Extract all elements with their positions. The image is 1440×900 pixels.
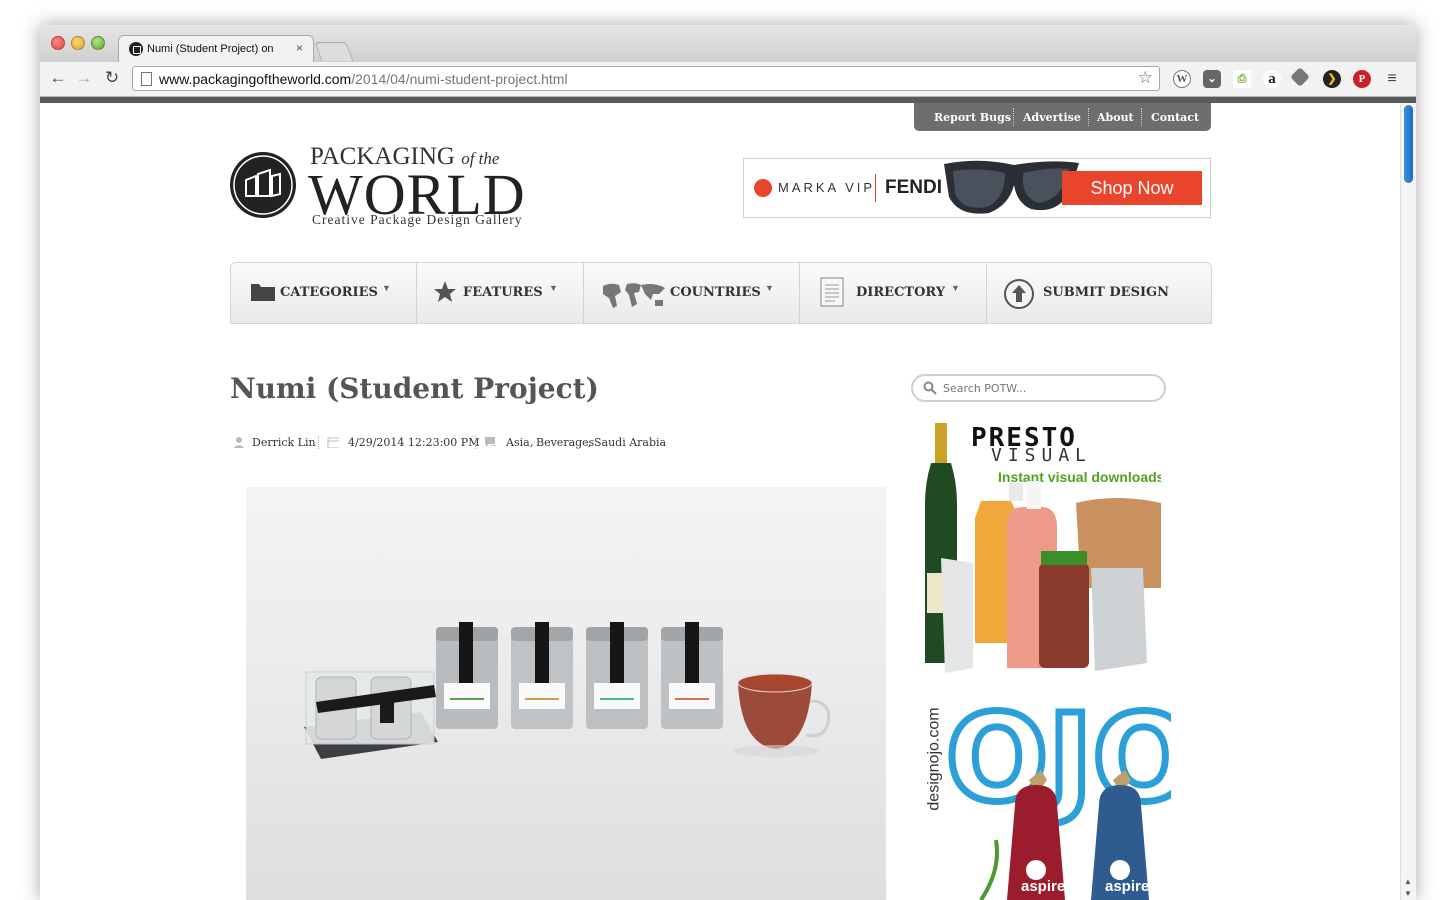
ad2-product-label: aspire — [1105, 878, 1150, 895]
browser-window: Numi (Student Project) on × ← → ↻ www.pa… — [40, 25, 1416, 900]
pocket-icon[interactable]: ⌄ — [1203, 70, 1221, 88]
chevron-down-icon: ▼ — [951, 283, 960, 293]
url-domain: www.packagingoftheworld.com — [159, 71, 352, 87]
header-banner-ad[interactable]: MARKA VIP FENDI Shop Now — [743, 158, 1211, 218]
page-icon — [141, 72, 152, 86]
nav-directory[interactable]: DIRECTORY ▼ — [799, 263, 987, 323]
chevron-down-icon: ▼ — [382, 283, 391, 293]
feedly-icon[interactable] — [1290, 67, 1310, 87]
scroll-down-icon[interactable]: ▼ — [1404, 889, 1412, 898]
bookmark-star-icon[interactable]: ☆ — [1138, 68, 1153, 88]
nav-label: FEATURES — [463, 285, 543, 300]
calendar-icon — [327, 437, 339, 448]
amazon-icon[interactable]: a — [1263, 70, 1281, 88]
tag-link[interactable]: Saudi Arabia — [594, 436, 666, 449]
tag-separator: , — [588, 436, 592, 449]
title-bar: Numi (Student Project) on × — [40, 25, 1416, 62]
logo-tagline: Creative Package Design Gallery — [312, 212, 523, 227]
nav-label: DIRECTORY — [856, 285, 946, 300]
address-bar[interactable]: www.packagingoftheworld.com/2014/04/numi… — [132, 66, 1160, 91]
post-date: 4/29/2014 12:23:00 PM — [348, 436, 480, 449]
report-bugs-link[interactable]: Report Bugs — [934, 111, 1011, 124]
nav-countries[interactable]: COUNTRIES ▼ — [583, 263, 800, 323]
presto-visual-ad[interactable]: PRESTO VISUAL Instant visual downloads — [911, 423, 1161, 673]
search-input[interactable] — [941, 381, 1155, 396]
scroll-up-icon[interactable]: ▲ — [1404, 877, 1412, 886]
nav-label: COUNTRIES — [670, 285, 761, 300]
forward-button[interactable]: → — [74, 68, 94, 88]
ojo-bottles-image: OJO — [943, 690, 1171, 900]
document-icon — [820, 277, 844, 307]
utility-nav-separator — [1141, 108, 1142, 126]
author-icon — [233, 437, 245, 448]
url-text[interactable]: www.packagingoftheworld.com/2014/04/numi… — [159, 71, 568, 87]
minimize-window-button[interactable] — [71, 36, 85, 50]
wordpress-icon[interactable]: W — [1173, 70, 1191, 88]
menu-icon[interactable]: ≡ — [1383, 70, 1401, 88]
maximize-window-button[interactable] — [91, 36, 105, 50]
designojo-ad[interactable]: designojo.com OJO aspire aspire — [911, 690, 1171, 900]
tab-title: Numi (Student Project) on — [147, 43, 274, 55]
back-button[interactable]: ← — [48, 68, 68, 88]
meta-separator — [318, 436, 319, 449]
product-bottles-image — [925, 423, 1161, 673]
chevron-down-icon: ▼ — [765, 283, 774, 293]
banner-partner: FENDI — [885, 177, 942, 198]
browser-tab[interactable]: Numi (Student Project) on × — [118, 35, 314, 62]
nav-label: CATEGORIES — [280, 285, 378, 300]
site-favicon-icon — [129, 42, 143, 56]
banner-divider — [875, 174, 876, 202]
advertise-link[interactable]: Advertise — [1023, 111, 1081, 124]
contact-link[interactable]: Contact — [1151, 111, 1199, 124]
nav-categories[interactable]: CATEGORIES ▼ — [231, 263, 417, 323]
star-icon — [434, 281, 456, 302]
world-map-icon — [603, 283, 665, 308]
about-link[interactable]: About — [1097, 111, 1134, 124]
nav-label: SUBMIT DESIGN — [1043, 285, 1170, 300]
utility-nav-separator — [1013, 108, 1014, 126]
scrollbar-thumb[interactable] — [1404, 105, 1413, 183]
reload-button[interactable]: ↻ — [102, 68, 122, 88]
nav-submit-design[interactable]: SUBMIT DESIGN — [986, 263, 1211, 323]
printer-icon[interactable]: ⎙ — [1233, 70, 1251, 88]
search-icon[interactable] — [923, 381, 937, 395]
comments-icon — [485, 437, 496, 447]
tag-separator: , — [530, 436, 534, 449]
sunglasses-image — [944, 160, 1079, 214]
logo-mark-icon — [230, 152, 296, 218]
post-author[interactable]: Derrick Lin — [252, 436, 316, 449]
chevron-down-icon: ▼ — [549, 283, 558, 293]
main-navigation: CATEGORIES ▼ FEATURES ▼ COUNTRIES ▼ DIRE… — [230, 262, 1212, 324]
post-photo — [246, 487, 886, 900]
shop-now-button[interactable]: Shop Now — [1062, 171, 1202, 205]
tag-link[interactable]: Beverages — [536, 436, 594, 449]
banner-brand: MARKA VIP — [778, 180, 876, 195]
url-path: /2014/04/numi-student-project.html — [351, 71, 568, 87]
meta-separator — [475, 436, 476, 449]
page-scrollbar[interactable]: ▲ ▼ — [1400, 103, 1416, 900]
tab-close-icon[interactable]: × — [296, 41, 303, 55]
upload-arrow-icon — [1004, 279, 1034, 309]
tag-link[interactable]: Asia — [506, 436, 530, 449]
markavip-logo-icon — [754, 179, 772, 197]
folder-icon — [251, 284, 275, 301]
plex-icon[interactable]: ❯ — [1323, 70, 1341, 88]
site-logo[interactable]: PACKAGING of the WORLD Creative Package … — [230, 143, 540, 233]
utility-nav-separator — [1088, 108, 1089, 126]
utility-nav: Report Bugs Advertise About Contact — [914, 103, 1211, 131]
pinterest-icon[interactable]: P — [1353, 70, 1371, 88]
search-box — [911, 374, 1166, 402]
browser-toolbar: ← → ↻ www.packagingoftheworld.com/2014/0… — [40, 62, 1416, 97]
new-tab-button[interactable] — [314, 42, 354, 61]
post-title: Numi (Student Project) — [230, 372, 599, 405]
nav-features[interactable]: FEATURES ▼ — [416, 263, 584, 323]
ad2-product-label: aspire — [1021, 878, 1066, 895]
close-window-button[interactable] — [51, 36, 65, 50]
